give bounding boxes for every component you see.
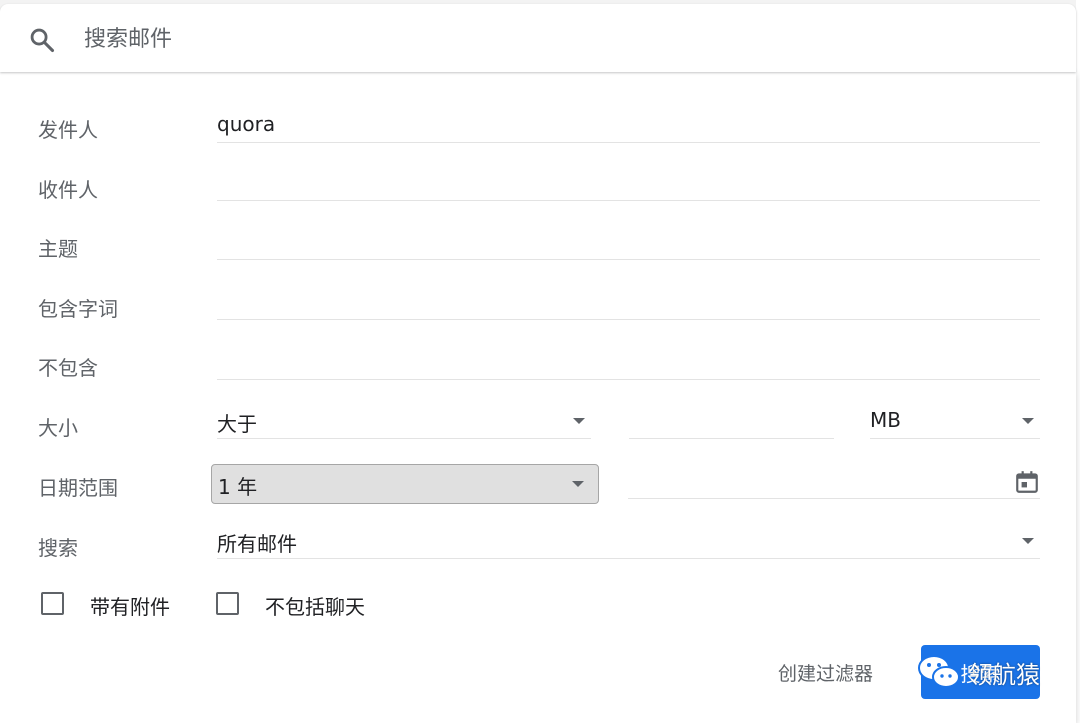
date-range-label: 日期范围 (38, 476, 118, 500)
has-attachment-label: 带有附件 (90, 595, 170, 619)
chevron-down-icon (572, 481, 584, 487)
search-in-value: 所有邮件 (217, 532, 297, 556)
search-button[interactable]: 搜索 (921, 645, 1040, 699)
search-bar (0, 4, 1076, 72)
subject-label: 主题 (38, 237, 78, 261)
exclude-chats-label: 不包括聊天 (265, 595, 365, 619)
search-in-select[interactable]: 所有邮件 (217, 526, 1040, 559)
size-unit-value: MB (870, 408, 901, 432)
doesnt-have-field[interactable] (217, 347, 1040, 380)
advanced-search-panel: 发件人 quora 收件人 主题 包含字词 不包含 大小 大于 MB 日期范围 … (0, 72, 1076, 723)
from-field[interactable]: quora (217, 110, 1040, 143)
size-unit-select[interactable]: MB (870, 406, 1040, 439)
chevron-down-icon (1022, 538, 1034, 544)
size-operator-select[interactable]: 大于 (217, 406, 591, 439)
to-field[interactable] (217, 168, 1040, 201)
calendar-icon[interactable] (1014, 468, 1040, 496)
date-range-select[interactable]: 1 年 (211, 464, 599, 504)
subject-field[interactable] (217, 227, 1040, 260)
background-app-edge (1076, 0, 1080, 723)
doesnt-have-label: 不包含 (38, 356, 98, 380)
from-value: quora (217, 112, 276, 136)
has-words-field[interactable] (217, 287, 1040, 320)
exclude-chats-checkbox[interactable] (216, 592, 239, 615)
search-input[interactable] (84, 22, 984, 56)
search-icon[interactable] (28, 26, 56, 54)
date-field[interactable] (628, 466, 1040, 499)
size-amount-field[interactable] (629, 406, 834, 439)
advanced-search-page: 发件人 quora 收件人 主题 包含字词 不包含 大小 大于 (0, 0, 1080, 723)
date-range-value: 1 年 (218, 475, 258, 499)
create-filter-button[interactable]: 创建过滤器 (778, 659, 873, 686)
from-label: 发件人 (38, 118, 98, 142)
chevron-down-icon (1022, 418, 1034, 424)
size-operator-value: 大于 (217, 412, 257, 436)
chevron-down-icon (573, 418, 585, 424)
size-label: 大小 (38, 416, 78, 440)
to-label: 收件人 (38, 178, 98, 202)
search-in-label: 搜索 (38, 536, 78, 560)
has-attachment-checkbox[interactable] (41, 592, 64, 615)
has-words-label: 包含字词 (38, 297, 118, 321)
